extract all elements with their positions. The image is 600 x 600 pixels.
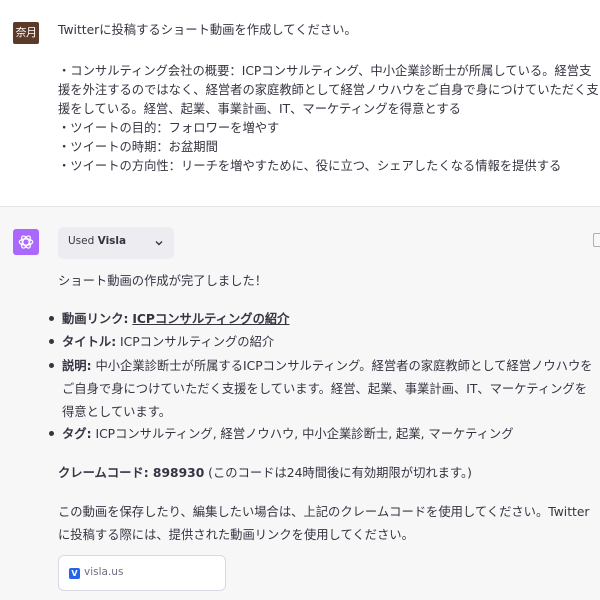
title-item: タイトル: ICPコンサルティングの紹介 [62, 335, 275, 349]
user-message: 奈月 Twitterに投稿するショート動画を作成してください。 ・コンサルティン… [0, 0, 600, 206]
user-line: 援をしている。経営、起業、事業計画、IT、マーケティングを得意とする [58, 102, 461, 116]
user-avatar: 奈月 [13, 22, 39, 44]
user-line: ・コンサルティング会社の概要：ICPコンサルティング、中小企業診断士が所属してい… [58, 64, 592, 78]
link-preview-card[interactable]: V visla.us [58, 555, 226, 591]
outro-text: に投稿する際には、提供された動画リンクを使用してください。 [58, 528, 414, 542]
video-link-item: 動画リンク: ICPコンサルティングの紹介 [62, 312, 290, 326]
chatgpt-logo-icon [13, 229, 39, 255]
description-line: ご自身で身につけていただく支援をしています。経営、起業、事業計画、IT、マーケテ… [62, 382, 588, 396]
bullet-dot [49, 363, 54, 368]
assistant-message: Used Visla ショート動画の作成が完了しました！ 動画リンク: ICPコ… [0, 206, 600, 600]
tool-name: Visla [97, 235, 127, 247]
user-line: ・ツイートの方向性：リーチを増やすために、役に立つ、シェアしたくなる情報を提供す… [58, 159, 562, 173]
tool-used-label: Used Visla [68, 235, 127, 247]
intro-text: ショート動画の作成が完了しました！ [58, 274, 268, 288]
bullet-dot [49, 339, 54, 344]
bullet-dot [49, 431, 54, 436]
copy-icon[interactable] [593, 233, 600, 247]
outro-text: この動画を保存したり、編集したい場合は、上記のクレームコードを使用してください。… [58, 505, 590, 519]
chevron-down-icon [154, 237, 164, 251]
user-line: ・ツイートの目的：フォロワーを増やす [58, 121, 280, 135]
description-line: 得意としています。 [62, 405, 172, 419]
user-line: ・ツイートの時期：お盆期間 [58, 140, 218, 154]
tool-used-toggle[interactable]: Used Visla [58, 227, 174, 259]
link-host: visla.us [84, 566, 124, 578]
tags-item: タグ: ICPコンサルティング, 経営ノウハウ, 中小企業診断士, 起業, マー… [62, 427, 514, 441]
user-line: 援を外注するのではなく、経営者の家庭教師として経営ノウハウをご自身で身につけてい… [58, 83, 599, 97]
claim-code: クレームコード: 898930 (このコードは24時間後に有効期限が切れます。) [58, 466, 472, 480]
bullet-dot [49, 316, 54, 321]
visla-favicon-icon: V [69, 568, 80, 579]
user-line: Twitterに投稿するショート動画を作成してください。 [58, 23, 357, 37]
description-item: 説明: 中小企業診断士が所属するICPコンサルティング。経営者の家庭教師として経… [62, 359, 593, 373]
video-link[interactable]: ICPコンサルティングの紹介 [132, 312, 289, 326]
